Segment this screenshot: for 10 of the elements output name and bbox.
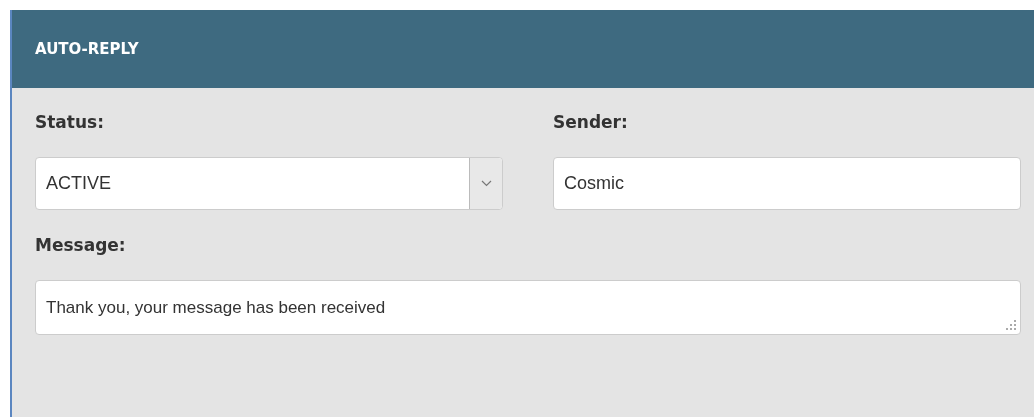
resize-grip-icon <box>1006 320 1016 330</box>
field-label: Message: <box>35 235 127 257</box>
field-label: Status: <box>35 112 105 134</box>
field-label: Sender: <box>553 112 629 134</box>
sender-field[interactable]: Cosmic <box>553 157 1021 210</box>
dropdown-button[interactable] <box>469 158 502 209</box>
status-dropdown[interactable]: ACTIVE <box>35 157 503 210</box>
chevron-down-icon <box>480 180 492 187</box>
panel-title: AUTO-REPLY <box>35 40 139 58</box>
message-textarea[interactable]: Thank you, your message has been received <box>35 280 1021 335</box>
